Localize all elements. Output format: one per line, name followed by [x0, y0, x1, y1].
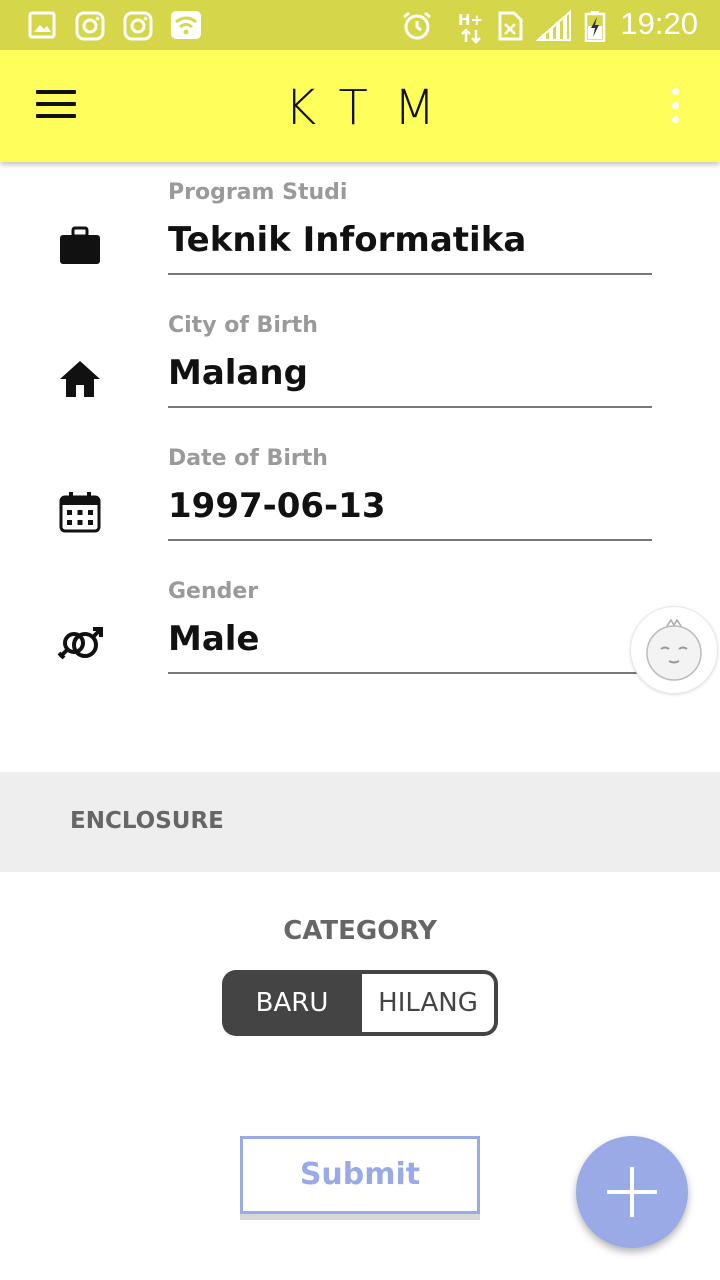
home-icon: [60, 361, 100, 397]
gender-input[interactable]: Male: [168, 619, 260, 659]
enclosure-section[interactable]: ENCLOSURE: [0, 772, 720, 872]
wifi-icon: [171, 11, 201, 39]
category-label: CATEGORY: [283, 916, 437, 946]
enclosure-label: ENCLOSURE: [70, 808, 224, 834]
field-program-studi: Program Studi Teknik Informatika: [0, 180, 720, 313]
status-time: 19:20: [620, 6, 698, 41]
category-option-hilang[interactable]: HILANG: [362, 974, 494, 1032]
gallery-icon: [28, 11, 56, 39]
field-label: Date of Birth: [168, 446, 328, 471]
alarm-icon: [403, 11, 431, 40]
field-label: Gender: [168, 579, 259, 604]
svg-text:H+: H+: [458, 11, 483, 29]
field-underline: [168, 672, 652, 674]
add-fab-button[interactable]: [576, 1136, 688, 1248]
app-title: KTM: [284, 80, 462, 136]
field-underline: [168, 273, 652, 275]
category-toggle: BARU HILANG: [222, 970, 498, 1036]
field-gender: Gender Male: [0, 579, 720, 712]
floating-avatar[interactable]: [630, 606, 718, 694]
instagram-icon: [123, 11, 153, 41]
field-label: City of Birth: [168, 313, 318, 338]
gender-icon: [57, 627, 103, 660]
no-sim-icon: [498, 11, 523, 41]
instagram-icon: [75, 11, 105, 41]
field-city-of-birth: City of Birth Malang: [0, 313, 720, 446]
more-vertical-icon[interactable]: [672, 88, 682, 124]
status-bar: H+ 19:20: [0, 0, 720, 50]
calendar-icon: [59, 492, 101, 533]
cartoon-face-icon: [646, 618, 702, 681]
program-studi-input[interactable]: Teknik Informatika: [168, 220, 526, 260]
field-date-of-birth: Date of Birth 1997-06-13: [0, 446, 720, 579]
date-of-birth-input[interactable]: 1997-06-13: [168, 486, 385, 526]
hplus-data-icon: H+: [458, 11, 483, 44]
briefcase-icon: [60, 226, 100, 264]
city-of-birth-input[interactable]: Malang: [168, 353, 308, 393]
signal-icon: [536, 10, 571, 41]
battery-charging-icon: [584, 11, 606, 42]
field-underline: [168, 406, 652, 408]
field-underline: [168, 539, 652, 541]
category-option-baru[interactable]: BARU: [222, 970, 362, 1036]
submit-button[interactable]: Submit: [240, 1136, 480, 1214]
app-bar: KTM: [0, 50, 720, 162]
field-label: Program Studi: [168, 180, 348, 205]
